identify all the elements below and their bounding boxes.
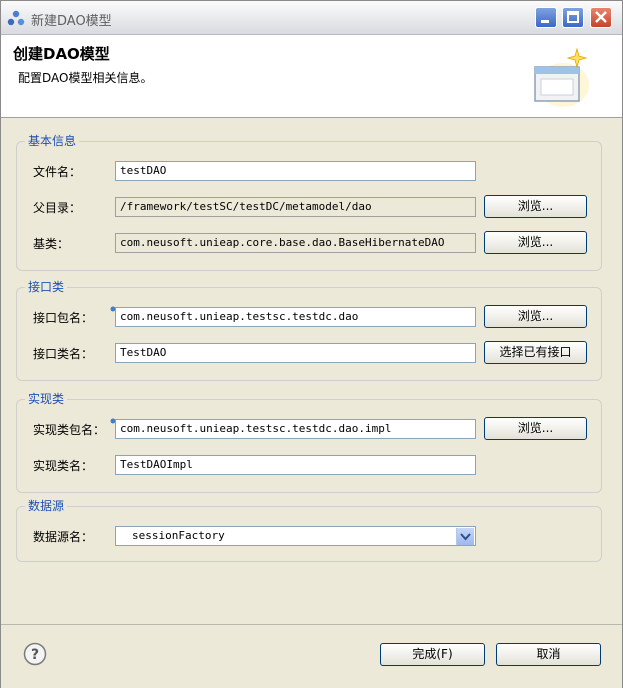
- group-title-impl: 实现类: [25, 390, 68, 407]
- dialog-footer: ? 完成(F) 取消: [1, 624, 622, 688]
- interface-class-label: 接口类名：: [33, 347, 94, 361]
- title-bar[interactable]: 新建DAO模型: [1, 1, 622, 35]
- base-class-browse-button[interactable]: 浏览...: [484, 231, 587, 254]
- filename-label: 文件名：: [33, 165, 82, 179]
- group-implementation: 实现类 实现类包名： com.neusoft.unieap.testsc.tes…: [16, 390, 602, 493]
- dropdown-button[interactable]: [456, 528, 474, 545]
- dialog-window: 新建DAO模型 创建DAO模型 配置DAO模型相关信息。 基本信息 文件名： t…: [0, 0, 623, 688]
- impl-package-label: 实现类包名：: [33, 423, 106, 437]
- close-icon: [595, 11, 607, 23]
- filename-input[interactable]: testDAO: [115, 161, 476, 181]
- base-class-label: 基类：: [33, 237, 70, 251]
- select-existing-interface-button[interactable]: 选择已有接口: [484, 341, 587, 364]
- interface-package-input[interactable]: com.neusoft.unieap.testsc.testdc.dao: [115, 307, 476, 327]
- maximize-button[interactable]: [562, 7, 584, 28]
- interface-class-input[interactable]: TestDAO: [115, 343, 476, 363]
- group-interface: 接口类 接口包名： com.neusoft.unieap.testsc.test…: [16, 278, 602, 381]
- cancel-button[interactable]: 取消: [496, 643, 601, 666]
- wizard-window-icon: [534, 47, 589, 107]
- group-datasource: 数据源 数据源名： sessionFactory: [16, 497, 602, 562]
- datasource-name-label: 数据源名：: [33, 530, 94, 544]
- interface-package-label: 接口包名：: [33, 311, 94, 325]
- group-title-datasource: 数据源: [25, 497, 68, 514]
- impl-package-input[interactable]: com.neusoft.unieap.testsc.testdc.dao.imp…: [115, 419, 476, 439]
- minimize-icon: [541, 20, 549, 23]
- group-title-interface: 接口类: [25, 278, 68, 295]
- group-basic-info: 基本信息 文件名： testDAO 父目录： /framework/testSC…: [16, 132, 602, 271]
- dialog-content: 基本信息 文件名： testDAO 父目录： /framework/testSC…: [1, 118, 622, 623]
- eclipse-app-icon: [7, 10, 25, 26]
- maximize-icon: [567, 11, 579, 23]
- parent-dir-browse-button[interactable]: 浏览...: [484, 195, 587, 218]
- chevron-down-icon: [460, 533, 471, 541]
- group-title-basic: 基本信息: [25, 132, 80, 149]
- minimize-button[interactable]: [535, 7, 557, 28]
- datasource-select[interactable]: sessionFactory: [115, 526, 476, 546]
- finish-button[interactable]: 完成(F): [380, 643, 485, 666]
- base-class-input: com.neusoft.unieap.core.base.dao.BaseHib…: [115, 233, 476, 253]
- svg-text:?: ?: [31, 647, 39, 663]
- close-button[interactable]: [590, 7, 612, 28]
- impl-package-browse-button[interactable]: 浏览...: [484, 417, 587, 440]
- impl-class-input[interactable]: TestDAOImpl: [115, 455, 476, 475]
- parent-dir-label: 父目录：: [33, 201, 82, 215]
- page-title: 创建DAO模型: [13, 45, 110, 63]
- impl-class-label: 实现类名：: [33, 459, 94, 473]
- wizard-banner: 创建DAO模型 配置DAO模型相关信息。: [1, 35, 622, 118]
- parent-dir-input: /framework/testSC/testDC/metamodel/dao: [115, 197, 476, 217]
- datasource-selected-value: sessionFactory: [132, 529, 225, 542]
- page-description: 配置DAO模型相关信息。: [18, 71, 153, 85]
- interface-package-browse-button[interactable]: 浏览...: [484, 305, 587, 328]
- help-icon[interactable]: ?: [23, 642, 47, 666]
- window-title: 新建DAO模型: [31, 14, 112, 29]
